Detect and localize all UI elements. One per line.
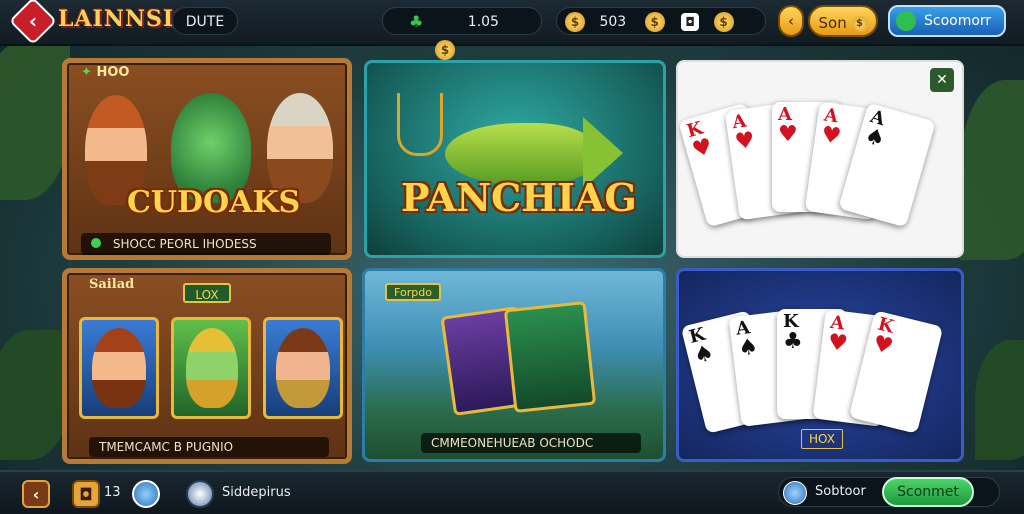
background-foliage bbox=[975, 340, 1024, 460]
tile-badge: ✦ HOO bbox=[81, 65, 130, 80]
tile-title: CUDOAKS bbox=[127, 185, 301, 220]
settings-icon[interactable] bbox=[783, 481, 807, 505]
character-card-1 bbox=[79, 317, 159, 419]
back-button[interactable]: ‹ bbox=[8, 0, 58, 46]
currency-gold-pill: $ 503 $ ◘ $ bbox=[556, 7, 766, 35]
share-icon[interactable]: ✕ bbox=[930, 68, 954, 92]
character-card-fish bbox=[503, 300, 597, 414]
fishing-hook-icon bbox=[397, 93, 443, 156]
gold-coin-icon: $ bbox=[644, 12, 665, 32]
status-dot-icon bbox=[91, 238, 101, 248]
coin-icon: $ bbox=[851, 15, 868, 32]
store-button[interactable]: Scoomorr bbox=[888, 5, 1006, 37]
coins-button-label: Son bbox=[818, 14, 847, 32]
character-card-3 bbox=[263, 317, 343, 419]
tab-dute[interactable]: DUTE bbox=[172, 7, 238, 35]
back-button[interactable]: ‹ bbox=[22, 480, 50, 508]
background-foliage bbox=[0, 330, 70, 460]
hero-portrait bbox=[276, 328, 330, 408]
background-foliage bbox=[960, 80, 1024, 260]
clover-icon: ♣ bbox=[409, 12, 424, 31]
counter-box-icon: ◘ bbox=[72, 480, 100, 508]
tile-caption: TMEMCAMC B PUGNIO bbox=[89, 437, 329, 457]
tile-label: Sailad bbox=[89, 277, 135, 292]
tile-caption: CMMEONEHUEAB OCHODC bbox=[421, 433, 641, 453]
status-label: Sobtoor bbox=[815, 484, 866, 499]
leaf-icon: ✦ bbox=[81, 65, 92, 80]
dollar-coin-icon: $ bbox=[565, 12, 585, 32]
game-tile-heroes[interactable]: ✦ HOO CUDOAKS SHOCC PEORL IHODESS bbox=[62, 58, 352, 260]
tile-badge: LOX bbox=[183, 283, 231, 303]
hero-portrait bbox=[92, 328, 146, 408]
top-bar: ‹ LAINNSIS DUTE ♣ 1.05 $ $ 503 $ ◘ $ ‹ S… bbox=[0, 0, 1024, 60]
shield-icon[interactable] bbox=[132, 480, 160, 508]
game-tile-cards-white[interactable]: ✕ K ♥ A ♥ A ♥ A ♥ A ♠ bbox=[676, 60, 964, 258]
background-foliage bbox=[0, 40, 70, 200]
game-tile-fishing[interactable]: PANCHIAG bbox=[364, 60, 666, 258]
tile-badge: HOX bbox=[801, 429, 843, 449]
counter-value: 13 bbox=[104, 485, 121, 500]
currency-1-value: 1.05 bbox=[467, 14, 499, 30]
chevron-left-icon: ‹ bbox=[28, 9, 38, 33]
tile-title: PANCHIAG bbox=[401, 175, 637, 220]
goblin-portrait bbox=[186, 328, 238, 408]
game-tile-cards-navy[interactable]: K ♠ A ♠ K ♣ A ♥ K ♥ HOX bbox=[676, 268, 964, 462]
coins-button[interactable]: Son $ bbox=[808, 5, 878, 37]
action-button-label: Sconmet bbox=[897, 484, 959, 500]
action-button[interactable]: Sconmet bbox=[882, 477, 974, 507]
globe-icon bbox=[896, 11, 916, 31]
coin-icon: $ bbox=[713, 12, 734, 32]
prev-arrow-button[interactable]: ‹ bbox=[778, 5, 804, 37]
game-tile-lake[interactable]: Forpdo CMMEONEHUEAB OCHODC bbox=[362, 268, 666, 462]
coin-icon: $ bbox=[435, 40, 455, 60]
player-avatar-icon[interactable] bbox=[186, 480, 214, 508]
chest-icon: ◘ bbox=[681, 13, 700, 31]
currency-2-value: 503 bbox=[599, 14, 627, 30]
tile-badge: Forpdo bbox=[385, 283, 441, 301]
store-button-label: Scoomorr bbox=[924, 13, 992, 29]
character-card-2 bbox=[171, 317, 251, 419]
player-label: Siddepirus bbox=[222, 485, 291, 500]
game-tile-characters[interactable]: Sailad LOX TMEMCAMC B PUGNIO bbox=[62, 268, 352, 464]
tile-caption: SHOCC PEORL IHODESS bbox=[81, 233, 331, 255]
currency-clover-pill: ♣ 1.05 $ bbox=[382, 7, 542, 60]
